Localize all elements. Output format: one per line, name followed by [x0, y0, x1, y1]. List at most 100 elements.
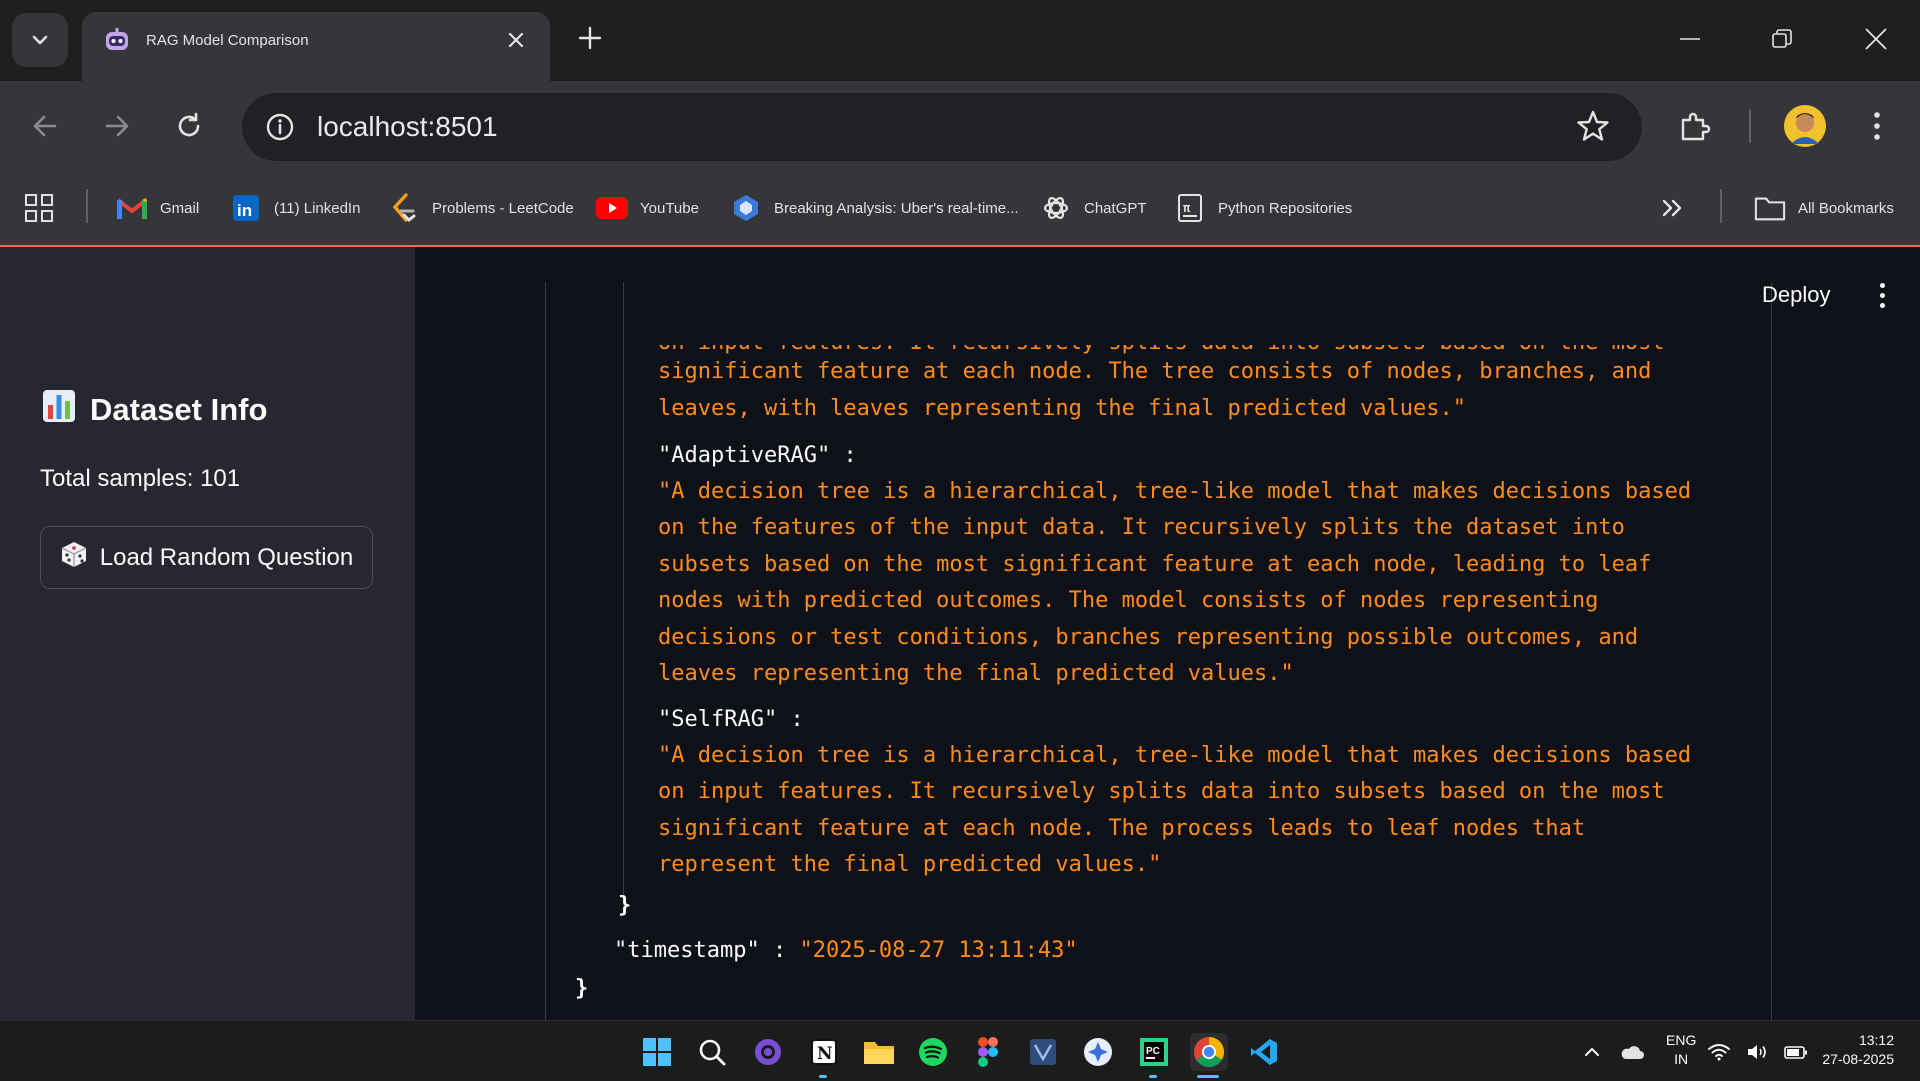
minimize-button[interactable]	[1666, 18, 1714, 60]
onedrive-cloud-icon[interactable]	[1613, 1033, 1651, 1071]
json-outer-guide	[545, 282, 546, 1020]
bookmark-label: Problems - LeetCode	[432, 199, 574, 217]
close-icon	[1865, 28, 1887, 50]
search-icon[interactable]	[693, 1033, 731, 1071]
url-text[interactable]: localhost:8501	[317, 111, 498, 143]
json-timestamp-value: "2025-08-27 13:11:43"	[799, 938, 1078, 963]
chevron-down-icon	[32, 35, 48, 45]
vscode-icon[interactable]	[1245, 1033, 1283, 1071]
more-vertical-icon	[1879, 282, 1885, 288]
arrow-right-icon	[105, 115, 129, 137]
app-menu-button[interactable]	[1867, 277, 1897, 313]
bookmark-star-button[interactable]	[1576, 109, 1610, 148]
apps-button[interactable]	[24, 189, 54, 227]
arrow-left-icon	[33, 115, 57, 137]
figma-icon[interactable]	[969, 1033, 1007, 1071]
taskbar-active-indicator	[1197, 1075, 1219, 1078]
robot-favicon-icon	[102, 26, 132, 56]
system-clock[interactable]: 13:12 27-08-2025	[1814, 1031, 1894, 1069]
new-tab-button[interactable]	[570, 18, 610, 58]
site-info-button[interactable]	[262, 109, 298, 145]
browser-tab[interactable]: RAG Model Comparison	[82, 12, 550, 81]
json-colon: :	[843, 443, 857, 468]
json-close-brace: }	[618, 893, 632, 918]
json-timestamp-row: "timestamp" : "2025-08-27 13:11:43"	[614, 933, 1078, 970]
json-key: "timestamp"	[614, 938, 760, 963]
folder-icon	[1754, 192, 1786, 224]
notion-icon[interactable]: N	[805, 1033, 843, 1071]
tab-close-button[interactable]	[500, 24, 532, 56]
windows-start-icon[interactable]	[638, 1033, 676, 1071]
file-explorer-icon[interactable]	[860, 1033, 898, 1071]
load-button-label: Load Random Question	[99, 543, 354, 571]
json-key-row: "SelfRAG" :	[658, 702, 804, 739]
system-tray-status[interactable]	[1708, 1033, 1808, 1071]
tray-chevron-up-icon[interactable]	[1573, 1033, 1611, 1071]
json-inner-guide	[623, 282, 624, 902]
plus-icon	[578, 26, 602, 50]
all-bookmarks-button[interactable]: All Bookmarks	[1754, 189, 1894, 227]
more-bookmarks-button[interactable]	[1660, 189, 1684, 227]
total-samples-text: Total samples: 101	[40, 465, 241, 492]
bookmark-youtube[interactable]: YouTube	[596, 189, 699, 227]
dice-icon	[60, 540, 88, 575]
repo-icon: π	[1174, 192, 1206, 224]
pycharm-icon[interactable]: PC	[1135, 1033, 1173, 1071]
battery-icon	[1784, 1046, 1807, 1059]
youtube-icon	[596, 192, 628, 224]
json-string-line: nodes with predicted outcomes. The model…	[658, 588, 1599, 613]
chrome-icon[interactable]	[1190, 1033, 1228, 1071]
wifi-icon	[1708, 1044, 1730, 1061]
extensions-button[interactable]	[1672, 103, 1718, 149]
restore-button[interactable]	[1758, 18, 1806, 60]
sidebar-title: Dataset Info	[42, 389, 267, 431]
profile-avatar[interactable]	[1780, 101, 1830, 151]
bookmark-breaking-analysis[interactable]: Breaking Analysis: Uber's real-time...	[730, 189, 1019, 227]
linkedin-icon: in	[230, 192, 262, 224]
svg-text:in: in	[237, 201, 252, 220]
language-indicator[interactable]: ENG IN	[1666, 1031, 1696, 1069]
svg-text:π: π	[1183, 201, 1191, 215]
bookmark-python-repositories[interactable]: π Python Repositories	[1174, 189, 1352, 227]
bookmark-label: (11) LinkedIn	[274, 199, 361, 217]
tab-search-button[interactable]	[12, 13, 68, 67]
json-string-line: significant feature at each node. The pr…	[658, 816, 1586, 841]
json-string-line: represent the final predicted values."	[658, 852, 1162, 877]
browser-toolbar: localhost:8501	[0, 81, 1920, 171]
spotify-icon[interactable]	[914, 1033, 952, 1071]
svg-text:N: N	[817, 1044, 833, 1064]
json-string-line: "A decision tree is a hierarchical, tree…	[658, 479, 1692, 504]
bookmark-gmail[interactable]: Gmail	[116, 189, 199, 227]
bookmark-label: ChatGPT	[1084, 199, 1147, 217]
address-bar[interactable]: localhost:8501	[242, 93, 1642, 161]
leetcode-icon	[388, 192, 420, 224]
puzzle-icon	[1681, 112, 1711, 141]
browser-menu-button[interactable]	[1854, 103, 1900, 149]
deploy-button[interactable]: Deploy	[1762, 282, 1830, 308]
apps-grid-icon	[25, 194, 53, 222]
all-bookmarks-label: All Bookmarks	[1798, 199, 1894, 217]
bookmark-chatgpt[interactable]: ChatGPT	[1040, 189, 1147, 227]
reload-icon	[178, 112, 200, 137]
lang-bottom: IN	[1674, 1051, 1689, 1067]
clock-time: 13:12	[1858, 1032, 1894, 1048]
assistant-icon[interactable]	[1079, 1033, 1117, 1071]
app-icon[interactable]	[1024, 1033, 1062, 1071]
json-key-row: "AdaptiveRAG" :	[658, 438, 857, 475]
bookmark-linkedin[interactable]: in (11) LinkedIn	[230, 189, 360, 227]
forward-button[interactable]	[94, 103, 140, 149]
json-close-brace: }	[575, 976, 589, 1001]
chatgpt-icon	[1040, 192, 1072, 224]
bookmarks-bar: Gmail in (11) LinkedIn Problems - LeetCo…	[0, 171, 1920, 247]
bar-chart-icon	[42, 389, 76, 431]
close-window-button[interactable]	[1852, 18, 1900, 60]
bookmark-leetcode[interactable]: Problems - LeetCode	[388, 189, 574, 227]
github-desktop-icon[interactable]	[749, 1033, 787, 1071]
json-key: "AdaptiveRAG"	[658, 443, 831, 468]
windows-taskbar: N PC ENG IN 13:12 27-08-2025	[0, 1020, 1920, 1081]
reload-button[interactable]	[166, 103, 212, 149]
bookmarks-divider	[1720, 189, 1722, 223]
back-button[interactable]	[22, 103, 68, 149]
json-viewer: on input features. It recursively splits…	[415, 247, 1920, 1020]
load-random-question-button[interactable]: Load Random Question	[40, 526, 373, 589]
